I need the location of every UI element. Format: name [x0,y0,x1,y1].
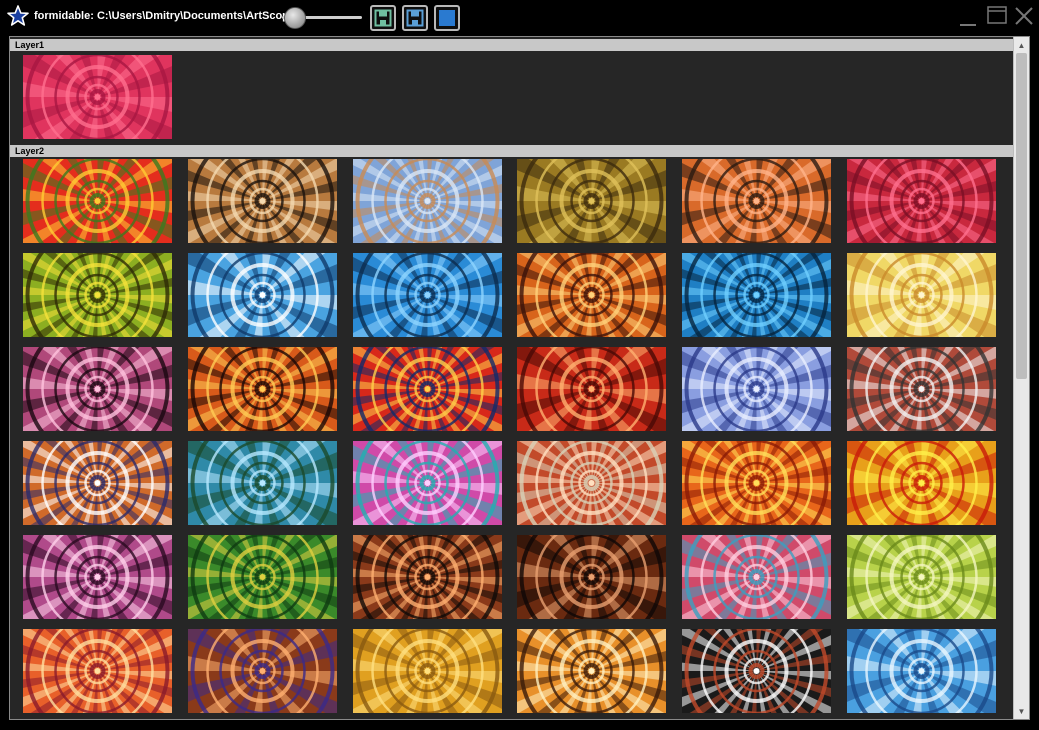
layer2-thumbnail[interactable] [23,159,172,243]
kaleidoscope-image [353,347,502,431]
stop-icon [439,10,455,26]
layer2-thumbnail[interactable] [517,347,666,431]
kaleidoscope-image [188,629,337,713]
maximize-icon [987,6,1007,24]
close-button[interactable] [1012,4,1036,28]
kaleidoscope-image [517,347,666,431]
layer2-thumbnail[interactable] [682,441,831,525]
layer2-thumbnail[interactable] [847,441,996,525]
kaleidoscope-image [23,55,172,139]
kaleidoscope-image [188,159,337,243]
layer2-thumbnail[interactable] [188,441,337,525]
layer2-thumbnail[interactable] [682,159,831,243]
zoom-slider[interactable] [278,6,364,29]
layer2-thumbnail[interactable] [682,629,831,713]
kaleidoscope-image [682,535,831,619]
layer2-thumbnail[interactable] [353,159,502,243]
save-icon [374,9,392,27]
kaleidoscope-image [188,441,337,525]
kaleidoscope-image [517,159,666,243]
kaleidoscope-image [23,535,172,619]
kaleidoscope-image [23,347,172,431]
kaleidoscope-image [188,535,337,619]
minimize-button[interactable] [956,4,980,28]
kaleidoscope-image [23,441,172,525]
kaleidoscope-image [353,629,502,713]
layer1-thumbnail[interactable] [23,55,172,139]
kaleidoscope-image [517,535,666,619]
kaleidoscope-image [682,441,831,525]
kaleidoscope-image [188,253,337,337]
kaleidoscope-image [353,441,502,525]
layer2-thumbnail[interactable] [682,347,831,431]
kaleidoscope-image [682,629,831,713]
layer2-thumbnail[interactable] [23,629,172,713]
kaleidoscope-image [847,441,996,525]
layer2-thumbnail[interactable] [188,347,337,431]
layer2-thumbnail[interactable] [23,253,172,337]
kaleidoscope-image [682,159,831,243]
slider-thumb[interactable] [284,7,306,29]
layer-header-2[interactable]: Layer2 [10,145,1014,157]
layer-header-1[interactable]: Layer1 [10,39,1014,51]
layer2-thumbnail[interactable] [353,441,502,525]
title-bar: formidable: C:\Users\Dmitry\Documents\Ar… [0,0,1039,36]
kaleidoscope-image [353,253,502,337]
kaleidoscope-image [353,159,502,243]
layer2-thumbnail[interactable] [682,535,831,619]
kaleidoscope-image [517,441,666,525]
layer2-thumbnail[interactable] [682,253,831,337]
layer2-thumbnail[interactable] [847,629,996,713]
kaleidoscope-image [353,535,502,619]
layer2-thumbnail[interactable] [517,159,666,243]
kaleidoscope-image [847,253,996,337]
star-icon[interactable] [6,4,30,28]
layer2-thumbnail[interactable] [847,347,996,431]
kaleidoscope-image [847,629,996,713]
layer2-thumbnail[interactable] [353,253,502,337]
save-as-button[interactable] [402,5,428,31]
layer2-thumbnail[interactable] [847,159,996,243]
kaleidoscope-image [517,629,666,713]
save-as-icon [406,9,424,27]
layer2-thumbnail[interactable] [517,629,666,713]
layer2-thumbnail[interactable] [353,347,502,431]
stop-button[interactable] [434,5,460,31]
layer2-thumbnail[interactable] [188,253,337,337]
layer2-thumbnail[interactable] [23,441,172,525]
layers-panel: Layer1 Layer2 ▲ ▼ [9,36,1030,720]
save-button[interactable] [370,5,396,31]
layer2-thumbnail[interactable] [847,253,996,337]
scroll-down-arrow[interactable]: ▼ [1014,704,1029,718]
layer2-thumbnail[interactable] [23,535,172,619]
kaleidoscope-image [682,253,831,337]
minimize-icon [960,24,976,26]
layer2-thumbnail[interactable] [517,535,666,619]
kaleidoscope-image [847,159,996,243]
kaleidoscope-image [847,535,996,619]
window-title: formidable: C:\Users\Dmitry\Documents\Ar… [34,10,299,22]
kaleidoscope-image [23,253,172,337]
close-icon [1015,7,1033,25]
kaleidoscope-image [23,159,172,243]
layer2-thumbnail[interactable] [517,441,666,525]
layer2-thumbnail[interactable] [188,629,337,713]
vertical-scrollbar[interactable]: ▲ ▼ [1013,37,1029,719]
layer2-thumbnail[interactable] [23,347,172,431]
layer2-thumbnail[interactable] [353,629,502,713]
kaleidoscope-image [23,629,172,713]
layer2-thumbnail[interactable] [517,253,666,337]
kaleidoscope-image [517,253,666,337]
scroll-thumb[interactable] [1016,53,1027,379]
maximize-button[interactable] [985,4,1009,28]
scroll-up-arrow[interactable]: ▲ [1014,38,1029,52]
kaleidoscope-image [847,347,996,431]
layer2-thumbnail[interactable] [188,535,337,619]
layer2-thumbnail[interactable] [847,535,996,619]
layer2-thumbnail[interactable] [188,159,337,243]
kaleidoscope-image [188,347,337,431]
layer2-thumbnail[interactable] [353,535,502,619]
kaleidoscope-image [682,347,831,431]
